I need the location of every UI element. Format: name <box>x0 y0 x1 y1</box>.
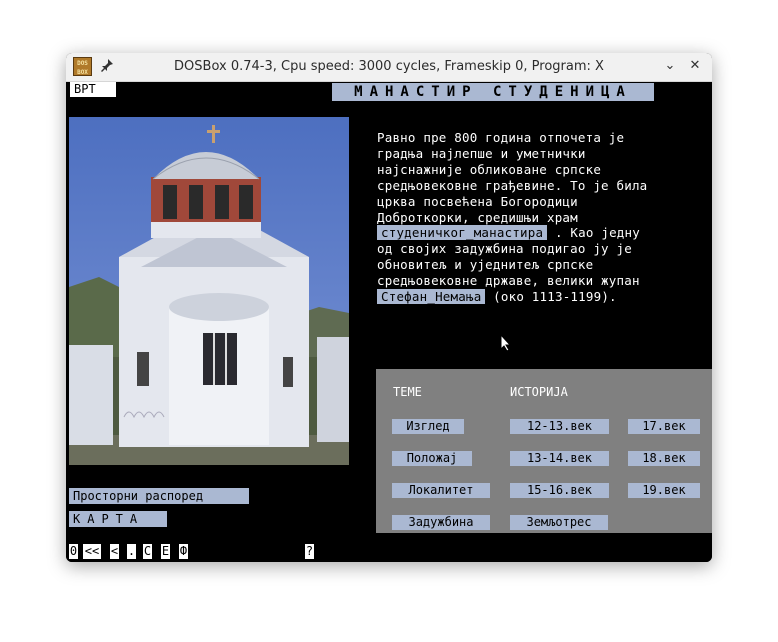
description-text: Равно пре 800 година отпочета је градња … <box>377 130 707 305</box>
stefan-nemanja-link[interactable]: Стефан_Немања <box>377 289 486 305</box>
spatial-layout-button[interactable]: Просторни распоред <box>69 488 249 504</box>
paragraph-line: Доброткорки, средишњи храм <box>377 209 578 225</box>
theme-locality-button[interactable]: Локалитет <box>392 483 490 498</box>
paragraph-text: . Као једну <box>554 225 640 241</box>
paragraph-text: (око 1113-1199). <box>493 289 617 305</box>
nav-dot-button[interactable]: . <box>127 544 136 559</box>
history-17-button[interactable]: 17.век <box>628 419 700 434</box>
theme-endowment-button[interactable]: Задужбина <box>392 515 490 530</box>
paragraph-line: средњовековне грађевине. То је била <box>377 177 648 193</box>
paragraph-line: градња најлепше и уметнички <box>377 145 586 161</box>
paragraph-line: обновитељ и уједнитељ српске <box>377 257 594 273</box>
dosbox-window: DOS BOX DOSBox 0.74-3, Cpu speed: 3000 c… <box>66 53 712 562</box>
nav-back-button[interactable]: < <box>110 544 119 559</box>
nav-help-button[interactable]: ? <box>305 544 314 559</box>
title-bar[interactable]: DOS BOX DOSBox 0.74-3, Cpu speed: 3000 c… <box>66 53 712 82</box>
dos-screen: ВРТ МАНАСТИР СТУДЕНИЦА Равно пре 800 год… <box>66 82 712 562</box>
paragraph-line: најснажније обликоване српске <box>377 161 602 177</box>
vrt-label[interactable]: ВРТ <box>70 82 116 97</box>
monastery-photo <box>69 117 349 465</box>
nav-c-button[interactable]: C <box>143 544 152 559</box>
map-button[interactable]: КАРТА <box>69 511 167 527</box>
topics-panel: ТЕМЕ ИСТОРИЈА Изглед Положај Локалитет З… <box>376 369 712 533</box>
close-button[interactable]: ✕ <box>687 58 703 74</box>
history-header: ИСТОРИЈА <box>510 385 568 399</box>
theme-position-button[interactable]: Положај <box>392 451 472 466</box>
themes-header: ТЕМЕ <box>393 385 422 399</box>
nav-first-button[interactable]: << <box>83 544 101 559</box>
history-earthquake-button[interactable]: Земљотрес <box>510 515 608 530</box>
minimize-button[interactable]: ⌄ <box>662 58 678 74</box>
history-18-button[interactable]: 18.век <box>628 451 700 466</box>
history-13-14-button[interactable]: 13-14.век <box>510 451 609 466</box>
paragraph-line: црква посвећена Богородици <box>377 193 578 209</box>
paragraph-line: од својих задужбина подигао ју је <box>377 241 632 257</box>
paragraph-line: средњовековне државе, велики жупан <box>377 273 640 289</box>
history-19-button[interactable]: 19.век <box>628 483 700 498</box>
paragraph-line: Стефан_Немања (око 1113-1199). <box>377 289 707 305</box>
window-title: DOSBox 0.74-3, Cpu speed: 3000 cycles, F… <box>174 59 604 74</box>
paragraph-line: Равно пре 800 година отпочета је <box>377 130 625 145</box>
nav-e-button[interactable]: E <box>161 544 170 559</box>
history-12-13-button[interactable]: 12-13.век <box>510 419 609 434</box>
paragraph-line: студеничког_манастира . Као једну <box>377 225 707 241</box>
studenica-monastery-link[interactable]: студеничког_манастира <box>377 225 548 241</box>
page-title: МАНАСТИР СТУДЕНИЦА <box>332 83 654 101</box>
theme-appearance-button[interactable]: Изглед <box>392 419 464 434</box>
nav-f-button[interactable]: Ф <box>179 544 188 559</box>
history-15-16-button[interactable]: 15-16.век <box>510 483 609 498</box>
nav-home-button[interactable]: 0 <box>69 544 78 559</box>
